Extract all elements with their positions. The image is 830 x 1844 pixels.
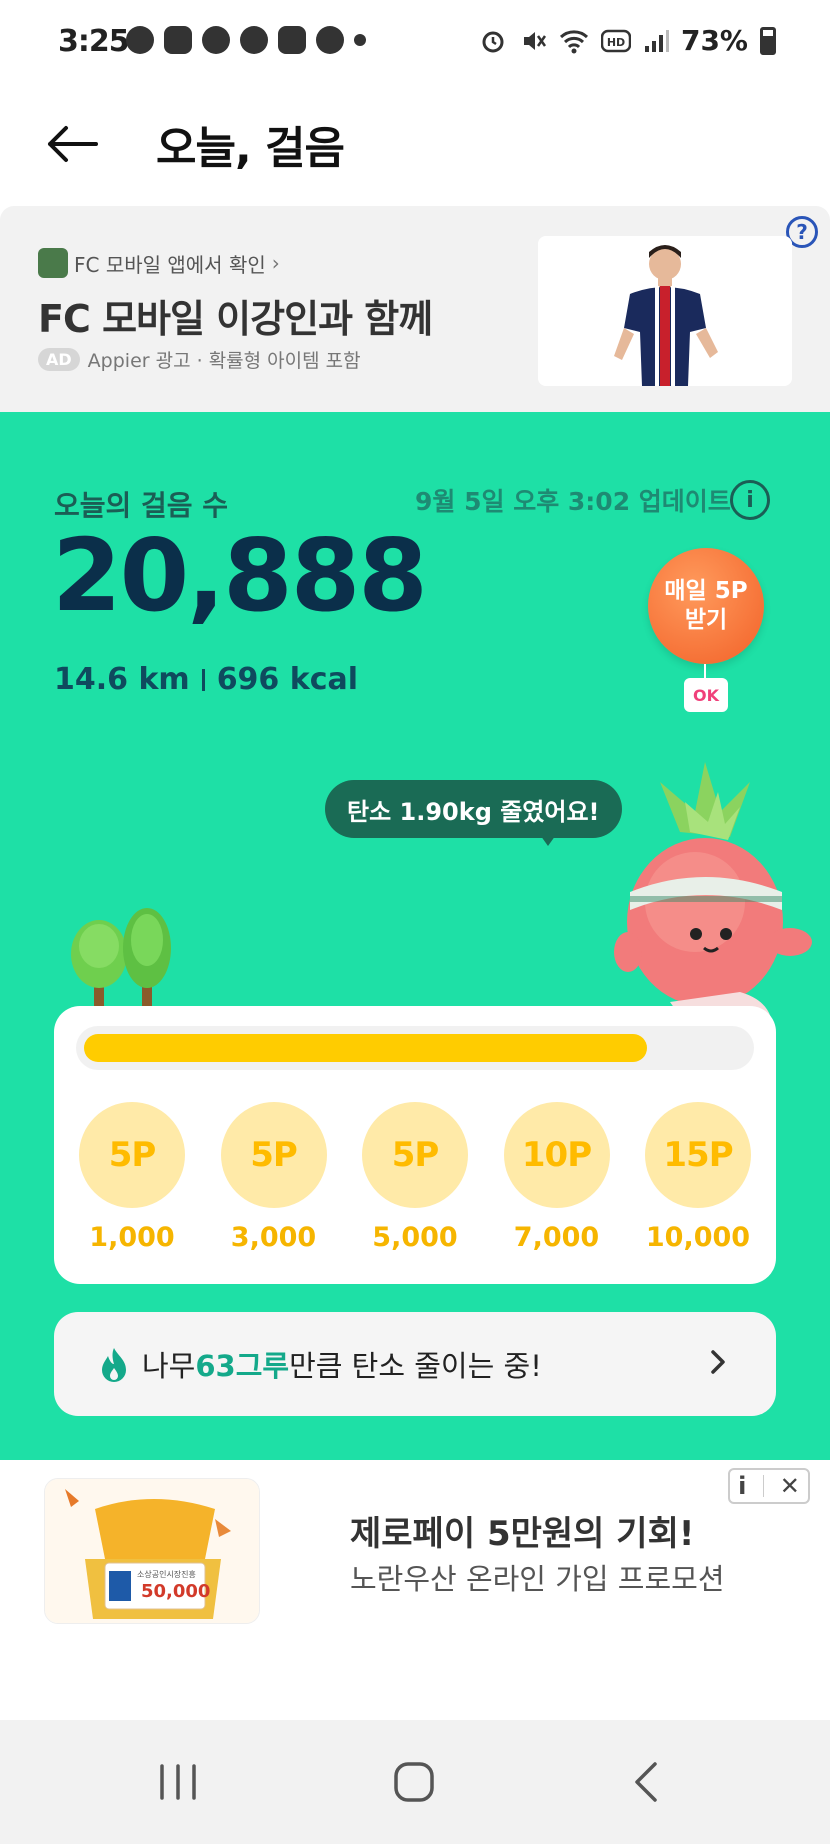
ok-cashbag-logo: OK bbox=[684, 678, 728, 712]
signal-icon bbox=[644, 29, 669, 52]
app-header: 오늘, 걸음 bbox=[0, 84, 830, 204]
home-icon bbox=[394, 1762, 434, 1802]
hd-icon: HD bbox=[600, 29, 631, 52]
back-button[interactable] bbox=[42, 114, 102, 174]
alarm-icon bbox=[482, 31, 504, 52]
milestone-steps: 10,000 bbox=[645, 1222, 751, 1253]
info-icon[interactable]: i bbox=[730, 480, 770, 520]
ad-badge: AD bbox=[38, 348, 80, 371]
distance-calories: 14.6 km 696 kcal bbox=[54, 662, 358, 697]
milestone-reward[interactable]: 5P bbox=[220, 1102, 327, 1208]
notification-icons bbox=[126, 26, 366, 54]
battery-percent: 73% bbox=[680, 24, 748, 57]
milestone-item[interactable]: 15P 10,000 bbox=[644, 1102, 752, 1253]
notification-speed-icon bbox=[240, 26, 268, 54]
milestone-item[interactable]: 5P 5,000 bbox=[361, 1102, 469, 1253]
bottom-ad-banner[interactable]: 소상공인시장진흥 50,000 제로페이 5만원의 기회! 노란우산 온라인 가… bbox=[0, 1460, 830, 1720]
svg-text:소상공인시장진흥: 소상공인시장진흥 bbox=[137, 1569, 196, 1579]
notification-app-icon bbox=[126, 26, 154, 54]
milestone-reward[interactable]: 10P bbox=[503, 1102, 610, 1208]
milestone-reward[interactable]: 15P bbox=[645, 1102, 751, 1208]
trees-suffix: 만큼 탄소 줄이는 중! bbox=[289, 1349, 542, 1383]
battery-icon bbox=[760, 26, 776, 55]
ad-source-text: FC 모바일 앱에서 확인 bbox=[74, 252, 266, 277]
ad-info-icon[interactable]: i bbox=[738, 1472, 746, 1500]
notification-more-icon bbox=[354, 34, 366, 46]
ad-controls-divider bbox=[762, 1475, 764, 1497]
svg-text:HD: HD bbox=[607, 36, 625, 49]
carbon-trees-text: 나무 63그루 만큼 탄소 줄이는 중! bbox=[142, 1312, 542, 1416]
notification-game-icon bbox=[164, 26, 192, 54]
chevron-right-icon bbox=[711, 1350, 725, 1374]
system-nav-bar bbox=[0, 1720, 830, 1844]
carbon-trees-card[interactable]: 나무 63그루 만큼 탄소 줄이는 중! bbox=[54, 1312, 776, 1416]
calories-value: 696 kcal bbox=[216, 662, 359, 697]
steps-progress-bar bbox=[76, 1026, 754, 1070]
notification-squirrel-icon bbox=[202, 26, 230, 54]
status-bar: 3:25 HD 73% bbox=[0, 0, 830, 84]
ad-app-avatar bbox=[38, 248, 68, 278]
notification-cash-icon bbox=[278, 26, 306, 54]
milestone-item[interactable]: 5P 1,000 bbox=[78, 1102, 186, 1253]
page-title: 오늘, 걸음 bbox=[156, 123, 345, 174]
ad-subtitle[interactable]: 노란우산 온라인 가입 프로모션 bbox=[350, 1556, 725, 1598]
divider bbox=[201, 668, 205, 691]
updated-time: 9월 5일 오후 3:02 업데이트 bbox=[415, 487, 731, 516]
chevron-right-icon: › bbox=[271, 251, 280, 275]
ad-player-image[interactable] bbox=[538, 236, 792, 386]
back-nav-button[interactable] bbox=[616, 1756, 676, 1808]
milestone-reward[interactable]: 5P bbox=[362, 1102, 468, 1208]
wifi-icon bbox=[559, 29, 588, 53]
steps-progress-card: 5P 1,000 5P 3,000 5P 5,000 10P 7,000 15P… bbox=[54, 1006, 776, 1284]
ad-gift-image[interactable]: 소상공인시장진흥 50,000 bbox=[44, 1478, 260, 1624]
mute-icon bbox=[523, 31, 546, 50]
trees-illustration bbox=[71, 908, 171, 1016]
ad-meta-text: Appier 광고 · 확률형 아이템 포함 bbox=[87, 350, 361, 372]
recent-apps-icon bbox=[160, 1764, 196, 1800]
flame-icon bbox=[102, 1348, 126, 1382]
ad-meta: AD Appier 광고 · 확률형 아이템 포함 bbox=[38, 346, 361, 373]
steps-progress-fill bbox=[84, 1034, 647, 1062]
trees-prefix: 나무 bbox=[142, 1349, 196, 1383]
ad-close-icon[interactable]: ✕ bbox=[780, 1472, 800, 1500]
gift-box-image: 소상공인시장진흥 50,000 bbox=[45, 1479, 259, 1623]
ad-title[interactable]: FC 모바일 이강인과 함께 bbox=[38, 288, 433, 343]
milestone-reward[interactable]: 5P bbox=[79, 1102, 185, 1208]
milestone-steps: 7,000 bbox=[513, 1222, 600, 1253]
speech-bubble-tail bbox=[538, 832, 558, 846]
milestones-list: 5P 1,000 5P 3,000 5P 5,000 10P 7,000 15P… bbox=[78, 1102, 752, 1253]
arrow-left-icon bbox=[48, 126, 98, 162]
ad-headline[interactable]: 제로페이 5만원의 기회! bbox=[350, 1506, 694, 1555]
steps-main-section: 오늘의 걸음 수 9월 5일 오후 3:02 업데이트 i 20,888 14.… bbox=[0, 412, 830, 1460]
home-button[interactable] bbox=[384, 1756, 444, 1808]
soccer-player-image bbox=[538, 236, 792, 386]
milestone-steps: 3,000 bbox=[230, 1222, 317, 1253]
carbon-speech-bubble: 탄소 1.90kg 줄였어요! bbox=[325, 780, 622, 838]
recent-apps-button[interactable] bbox=[148, 1756, 208, 1808]
chevron-left-icon bbox=[635, 1762, 657, 1802]
milestone-item[interactable]: 5P 3,000 bbox=[220, 1102, 328, 1253]
distance-value: 14.6 km bbox=[54, 662, 190, 697]
daily-points-line2: 받기 bbox=[684, 607, 728, 633]
steps-count: 20,888 bbox=[52, 517, 428, 634]
ad-image-amount: 50,000 bbox=[141, 1581, 210, 1602]
milestone-steps: 1,000 bbox=[89, 1222, 175, 1253]
top-ad-banner[interactable]: ? FC 모바일 앱에서 확인 › FC 모바일 이강인과 함께 AD Appi… bbox=[0, 206, 830, 412]
ad-source-link[interactable]: FC 모바일 앱에서 확인 › bbox=[38, 248, 280, 278]
milestone-steps: 5,000 bbox=[372, 1222, 458, 1253]
daily-points-button[interactable]: 매일 5P 받기 bbox=[648, 548, 764, 664]
ad-controls: i ✕ bbox=[728, 1468, 810, 1504]
system-icons: HD 73% bbox=[479, 24, 776, 57]
notification-dots-icon bbox=[316, 26, 344, 54]
status-time: 3:25 bbox=[58, 24, 130, 59]
daily-points-line1: 매일 5P bbox=[664, 578, 748, 605]
trees-count: 63그루 bbox=[195, 1349, 290, 1383]
milestone-item[interactable]: 10P 7,000 bbox=[503, 1102, 611, 1253]
